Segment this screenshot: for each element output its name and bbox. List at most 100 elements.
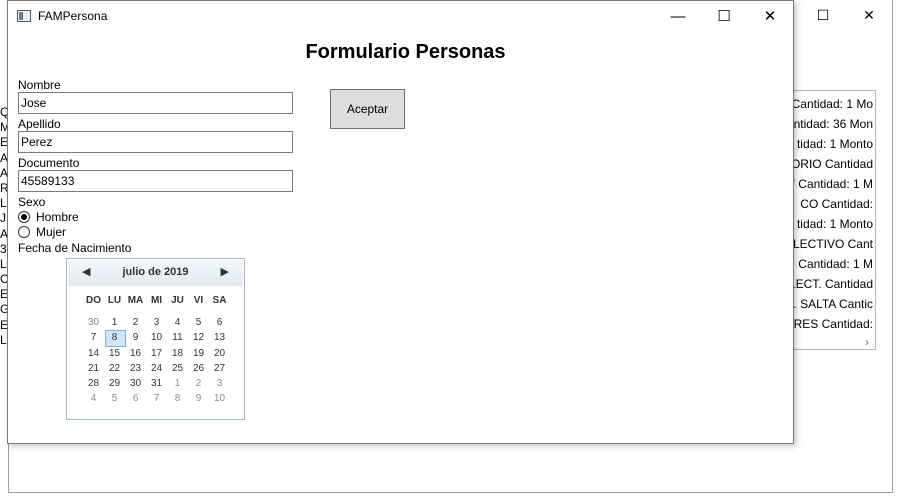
list-item[interactable]: RES Cantidad:: [791, 314, 873, 334]
list-item[interactable]: ntidad: 36 Mon: [791, 114, 873, 134]
calendar-day[interactable]: 20: [209, 346, 230, 361]
list-item[interactable]: ' Cantidad: 1 M: [791, 174, 873, 194]
birthdate-calendar[interactable]: ◀ julio de 2019 ▶ DO LU MA MI JU VI SA 3…: [66, 258, 245, 420]
calendar-day-number: 8: [111, 332, 118, 344]
calendar-day[interactable]: 22: [104, 361, 125, 376]
fecha-nacimiento-label: Fecha de Nacimiento: [18, 241, 132, 255]
calendar-day[interactable]: 18: [167, 346, 188, 361]
calendar-day[interactable]: 14: [83, 346, 104, 361]
list-item[interactable]: Cantidad: 1 Mo: [791, 94, 873, 114]
title-bar[interactable]: FAMPersona — ☐ ✕: [8, 1, 793, 32]
list-item[interactable]: tidad: 1 Monto: [791, 214, 873, 234]
background-maximize-button[interactable]: ☐: [800, 4, 846, 26]
close-button[interactable]: ✕: [747, 1, 793, 32]
radio-mujer[interactable]: Mujer: [18, 225, 66, 239]
calendar-day[interactable]: 7: [83, 330, 104, 345]
calendar-day[interactable]: 3: [146, 315, 167, 330]
calendar-day[interactable]: 1: [104, 315, 125, 330]
horizontal-scrollbar[interactable]: ›: [791, 335, 875, 349]
calendar-day[interactable]: 2: [188, 376, 209, 391]
calendar-day[interactable]: 5: [104, 391, 125, 406]
background-listbox[interactable]: Cantidad: 1 Mo ntidad: 36 Mon tidad: 1 Mon…: [790, 90, 876, 350]
calendar-day[interactable]: 17: [146, 346, 167, 361]
window-title: FAMPersona: [38, 9, 108, 23]
documento-input[interactable]: 45589133: [18, 170, 293, 192]
calendar-day-number: 3: [216, 378, 223, 390]
calendar-day[interactable]: 3: [209, 376, 230, 391]
calendar-day[interactable]: 8: [104, 330, 126, 348]
calendar-day[interactable]: 1: [167, 376, 188, 391]
calendar-day[interactable]: 19: [188, 346, 209, 361]
scroll-right-icon[interactable]: ›: [865, 335, 869, 349]
calendar-day[interactable]: 10: [146, 330, 167, 345]
maximize-button[interactable]: ☐: [701, 1, 747, 32]
calendar-day[interactable]: 6: [209, 315, 230, 330]
calendar-header: ◀ julio de 2019 ▶: [68, 260, 243, 286]
calendar-day-number: 19: [192, 347, 205, 359]
calendar-day[interactable]: 31: [146, 376, 167, 391]
calendar-day[interactable]: 21: [83, 361, 104, 376]
radio-checked-icon[interactable]: [18, 211, 30, 223]
calendar-day[interactable]: 6: [125, 391, 146, 406]
calendar-day-number: 18: [171, 347, 184, 359]
list-item[interactable]: OLECTIVO Cant: [791, 234, 873, 254]
day-of-week: VI: [193, 295, 204, 306]
calendar-day[interactable]: 23: [125, 361, 146, 376]
apellido-input[interactable]: Perez: [18, 131, 293, 153]
radio-hombre[interactable]: Hombre: [18, 210, 79, 224]
calendar-day-number: 6: [132, 393, 139, 405]
calendar-day-number: 4: [174, 317, 181, 328]
calendar-day-number: 3: [153, 317, 160, 328]
radio-hombre-label: Hombre: [36, 210, 79, 224]
calendar-day[interactable]: 15: [104, 346, 125, 361]
calendar-day[interactable]: 26: [188, 361, 209, 376]
calendar-day[interactable]: 27: [209, 361, 230, 376]
calendar-day-number: 31: [150, 378, 163, 390]
list-item[interactable]: Cantidad: 1 M: [791, 254, 873, 274]
day-of-week: MA: [127, 295, 144, 306]
calendar-day-number: 7: [90, 332, 97, 344]
calendar-day[interactable]: 9: [125, 330, 146, 345]
documento-label: Documento: [18, 156, 80, 170]
calendar-day[interactable]: 10: [209, 391, 230, 406]
calendar-month-label[interactable]: julio de 2019: [68, 266, 243, 278]
list-item[interactable]: I. SALTA Cantic: [791, 294, 873, 314]
calendar-day[interactable]: 5: [188, 315, 209, 330]
calendar-day[interactable]: 30: [83, 315, 104, 330]
day-of-week: MI: [150, 295, 163, 306]
calendar-day[interactable]: 9: [188, 391, 209, 406]
background-close-button[interactable]: ✕: [846, 4, 892, 26]
calendar-day[interactable]: 4: [83, 391, 104, 406]
calendar-week-row: 14 15 16 17 18 19 20: [83, 346, 231, 361]
calendar-week-row: 21 22 23 24 25 26 27: [83, 361, 231, 376]
calendar-day[interactable]: 25: [167, 361, 188, 376]
calendar-day-number: 1: [174, 378, 181, 390]
calendar-day[interactable]: 16: [125, 346, 146, 361]
calendar-day[interactable]: 7: [146, 391, 167, 406]
minimize-button[interactable]: —: [655, 1, 701, 32]
list-item[interactable]: LECT. Cantidad: [791, 274, 873, 294]
calendar-day[interactable]: 29: [104, 376, 125, 391]
calendar-day[interactable]: 4: [167, 315, 188, 330]
calendar-day[interactable]: 30: [125, 376, 146, 391]
calendar-day[interactable]: 28: [83, 376, 104, 391]
calendar-day[interactable]: 11: [167, 330, 188, 345]
calendar-day[interactable]: 2: [125, 315, 146, 330]
form-title: Formulario Personas: [305, 41, 506, 63]
calendar-day-number: 5: [195, 317, 202, 328]
calendar-day[interactable]: 13: [209, 330, 230, 345]
calendar-day-number: 25: [171, 362, 184, 374]
calendar-day-number: 23: [129, 362, 142, 374]
radio-unchecked-icon[interactable]: [18, 226, 30, 238]
list-item[interactable]: CO Cantidad:: [791, 194, 873, 214]
next-month-icon[interactable]: ▶: [221, 265, 229, 278]
calendar-day-number: 6: [216, 317, 223, 328]
aceptar-button[interactable]: Aceptar: [330, 89, 405, 129]
nombre-input[interactable]: Jose: [18, 92, 293, 114]
calendar-day-number: 2: [195, 378, 202, 390]
calendar-day[interactable]: 12: [188, 330, 209, 345]
calendar-day[interactable]: 8: [167, 391, 188, 406]
list-item[interactable]: tidad: 1 Monto: [791, 134, 873, 154]
list-item[interactable]: ORIO Cantidad: [791, 154, 873, 174]
calendar-day[interactable]: 24: [146, 361, 167, 376]
